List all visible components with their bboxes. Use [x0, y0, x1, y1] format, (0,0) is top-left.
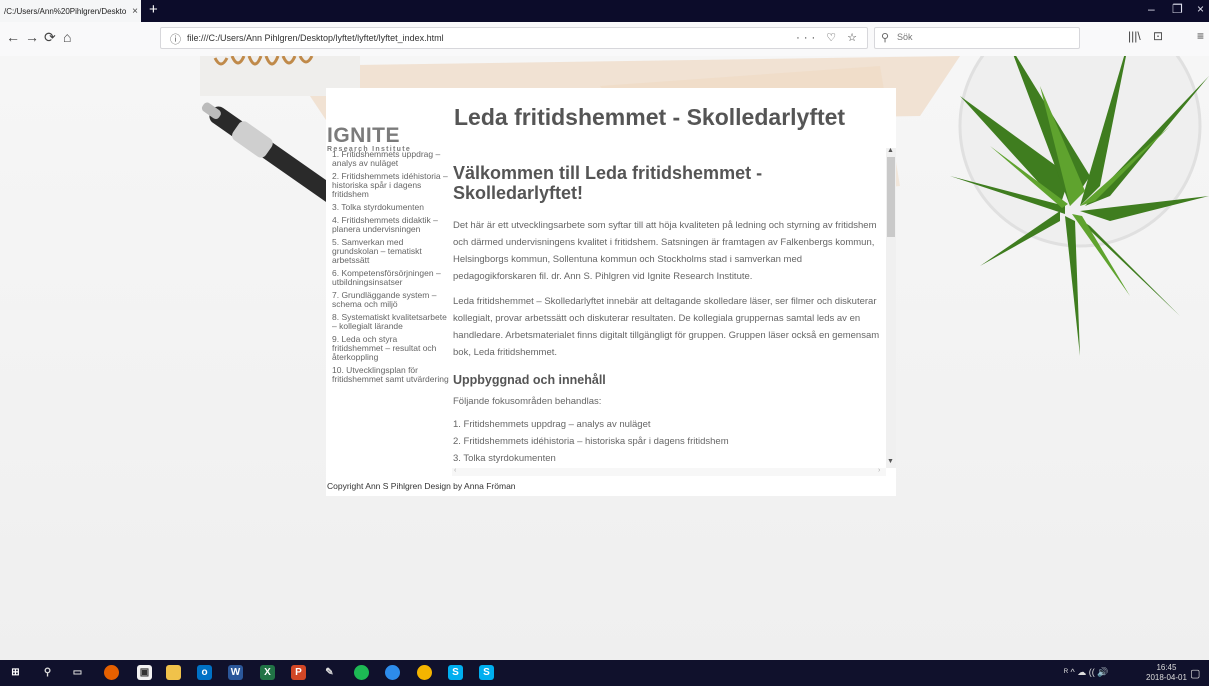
tab-title: /C:/Users/Ann%20Pihlgren/Deskto [4, 6, 127, 16]
logo-wordmark: IGNITE [327, 124, 401, 147]
page-actions[interactable]: ··· ♡ ☆ [796, 31, 861, 44]
skype-business-icon[interactable]: S [479, 665, 494, 680]
copyright-footer: Copyright Ann S Pihlgren Design by Anna … [327, 481, 516, 491]
scroll-left-icon[interactable]: ‹ [454, 467, 456, 474]
list-item: 1. Fritidshemmets uppdrag – analys av nu… [453, 419, 651, 430]
nav-item-10[interactable]: 10. Utvecklingsplan för fritidshemmet sa… [332, 366, 450, 384]
nav-item-6[interactable]: 6. Kompetensförsörjningen – utbildningsi… [332, 269, 450, 287]
info-icon[interactable]: ⓘ [170, 31, 181, 47]
outlook-icon[interactable]: o [197, 665, 212, 680]
firefox-icon[interactable] [104, 665, 119, 680]
windows-start-icon[interactable]: ⊞ [8, 665, 23, 680]
search-taskbar-icon[interactable]: ⚲ [40, 665, 55, 680]
chrome-icon[interactable] [417, 665, 432, 680]
close-window-icon[interactable]: × [1197, 2, 1204, 16]
scroll-up-icon[interactable]: ▲ [887, 147, 894, 154]
menu-icon[interactable]: ≡ [1197, 29, 1204, 43]
minimize-icon[interactable]: – [1148, 2, 1155, 16]
skype-icon[interactable]: S [448, 665, 463, 680]
scroll-down-icon[interactable]: ▼ [887, 458, 894, 465]
description-paragraph: Leda fritidshemmet – Skolledarlyftet inn… [453, 296, 880, 358]
sidebar-icon[interactable]: ⊡ [1153, 29, 1163, 43]
welcome-heading: Välkommen till Leda fritidshemmet - Skol… [453, 163, 763, 203]
word-icon[interactable]: W [228, 665, 243, 680]
clock-time: 16:45 [1156, 663, 1177, 672]
taskbar: ⊞ ⚲ ▭ ▣ o W X P ✎ S S ᴿ ^ ☁ (( 🔊 16:45 2… [0, 660, 1209, 686]
address-bar[interactable]: ⓘ file:///C:/Users/Ann Pihlgren/Desktop/… [160, 27, 868, 49]
forward-icon[interactable]: → [25, 29, 39, 45]
side-navigation: 1. Fritidshemmets uppdrag – analys av nu… [332, 150, 450, 388]
file-explorer-icon[interactable] [166, 665, 181, 680]
restore-icon[interactable]: ❐ [1172, 2, 1183, 16]
spotify-icon[interactable] [354, 665, 369, 680]
paint-icon[interactable]: ✎ [322, 665, 337, 680]
navigation-toolbar: ← → ⟳ ⌂ ⓘ file:///C:/Users/Ann Pihlgren/… [0, 22, 1209, 57]
scroll-right-icon[interactable]: › [878, 467, 880, 474]
structure-heading: Uppbyggnad och innehåll [453, 373, 606, 387]
close-tab-icon[interactable]: × [129, 6, 141, 17]
new-tab-button[interactable]: + [149, 1, 158, 18]
excel-icon[interactable]: X [260, 665, 275, 680]
browser-tab[interactable]: /C:/Users/Ann%20Pihlgren/Deskto × [0, 0, 141, 22]
focus-areas-lead: Följande fokusområden behandlas: [453, 396, 602, 407]
search-input[interactable] [895, 31, 1077, 43]
notifications-icon[interactable]: ▢ [1190, 667, 1200, 680]
reload-icon[interactable]: ⟳ [44, 29, 56, 46]
scroll-thumb[interactable] [887, 157, 895, 237]
nav-item-1[interactable]: 1. Fritidshemmets uppdrag – analys av nu… [332, 150, 450, 168]
messenger-icon[interactable] [385, 665, 400, 680]
main-content-frame[interactable]: Välkommen till Leda fritidshemmet - Skol… [452, 148, 884, 468]
nav-item-2[interactable]: 2. Fritidshemmets idéhistoria – historis… [332, 172, 450, 199]
nav-item-7[interactable]: 7. Grundläggande system – schema och mil… [332, 291, 450, 309]
search-bar[interactable]: ⚲ [874, 27, 1080, 49]
list-item: 3. Tolka styrdokumenten [453, 453, 556, 464]
nav-item-5[interactable]: 5. Samverkan med grundskolan – tematiskt… [332, 238, 450, 265]
task-view-icon[interactable]: ▭ [70, 665, 85, 680]
nav-item-4[interactable]: 4. Fritidshemmets didaktik – planera und… [332, 216, 450, 234]
clock-date: 2018-04-01 [1146, 673, 1187, 682]
library-icon[interactable]: |||\ [1128, 29, 1141, 43]
powerpoint-icon[interactable]: P [291, 665, 306, 680]
focus-areas-list: 1. Fritidshemmets uppdrag – analys av nu… [453, 416, 884, 467]
vertical-scrollbar[interactable]: ▲ ▼ [886, 147, 896, 468]
clock[interactable]: 16:45 2018-04-01 [1146, 663, 1187, 683]
list-item: 2. Fritidshemmets idéhistoria – historis… [453, 436, 729, 447]
site-title: Leda fritidshemmet - Skolledarlyftet [454, 104, 846, 130]
tab-bar: /C:/Users/Ann%20Pihlgren/Deskto × + – ❐ … [0, 0, 1209, 22]
horizontal-scrollbar[interactable]: ‹ › [452, 467, 886, 476]
nav-item-3[interactable]: 3. Tolka styrdokumenten [332, 203, 450, 212]
intro-paragraph: Det här är ett utvecklingsarbete som syf… [453, 220, 877, 282]
store-icon[interactable]: ▣ [137, 665, 152, 680]
search-icon: ⚲ [881, 32, 890, 44]
nav-item-9[interactable]: 9. Leda och styra fritidshemmet – result… [332, 335, 450, 362]
back-icon[interactable]: ← [6, 29, 20, 45]
home-icon[interactable]: ⌂ [63, 29, 71, 45]
nav-item-8[interactable]: 8. Systematiskt kvalitetsarbete – kolleg… [332, 313, 450, 331]
system-tray-icons[interactable]: ᴿ ^ ☁ (( 🔊 [1064, 667, 1109, 678]
address-text[interactable]: file:///C:/Users/Ann Pihlgren/Desktop/ly… [187, 33, 444, 43]
